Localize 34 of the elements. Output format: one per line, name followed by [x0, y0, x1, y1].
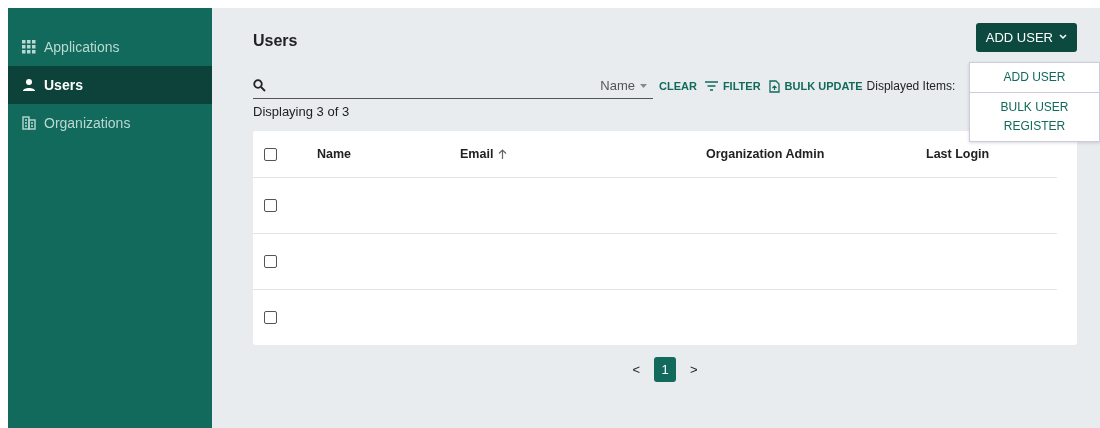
sidebar-item[interactable]: Organizations: [8, 104, 212, 142]
add-user-button[interactable]: ADD USER: [975, 22, 1077, 52]
search-field[interactable]: Name: [253, 73, 653, 99]
sort-arrow-icon: [498, 149, 508, 159]
checkbox[interactable]: [264, 255, 277, 268]
checkbox[interactable]: [264, 199, 277, 212]
menu-item[interactable]: ADD USER: [970, 63, 1099, 92]
column-header[interactable]: Last Login: [926, 147, 1057, 161]
chevron-icon: [1059, 34, 1067, 40]
clear-button[interactable]: CLEAR: [659, 80, 697, 92]
previous-page-button[interactable]: <: [632, 362, 640, 377]
file-upload-icon: [768, 79, 780, 93]
displayed-items-label: Displayed Items:: [866, 79, 956, 93]
building-icon: [22, 116, 36, 130]
page-button[interactable]: 1: [654, 357, 676, 382]
column-header[interactable]: Organization Admin: [706, 147, 926, 161]
menu-item[interactable]: BULK USER REGISTER: [970, 92, 1099, 141]
search-icon: [253, 79, 266, 92]
next-page-button[interactable]: >: [690, 362, 698, 377]
caret-icon: [640, 83, 647, 88]
sort-select[interactable]: Name: [600, 78, 647, 93]
result-count: Displaying 3 of 3: [253, 104, 350, 119]
checkbox[interactable]: [264, 147, 277, 161]
column-header[interactable]: Email: [460, 147, 706, 161]
sidebar-item[interactable]: Users: [8, 66, 212, 104]
bulk-update-button[interactable]: BULK UPDATE: [768, 79, 863, 93]
page-title: Users: [253, 32, 298, 50]
sidebar-item[interactable]: Applications: [8, 28, 212, 66]
person-icon: [22, 78, 36, 92]
checkbox[interactable]: [264, 311, 277, 324]
grid-icon: [22, 40, 36, 54]
filter-button[interactable]: FILTER: [704, 80, 761, 92]
filter-icon: [704, 81, 718, 91]
column-header[interactable]: Name: [317, 147, 460, 161]
